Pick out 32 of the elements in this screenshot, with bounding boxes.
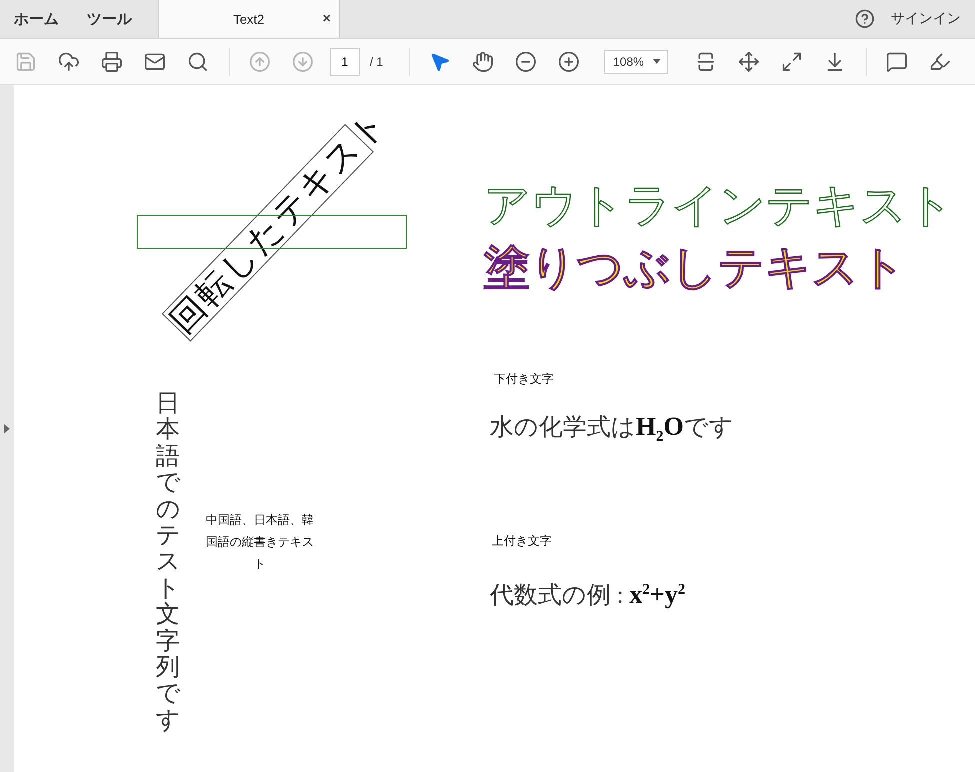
- printer-icon: [101, 50, 123, 72]
- outline-text: アウトラインテキスト: [484, 178, 954, 233]
- superscript-example: 代数式の例 : x$^{2}$+y$^{2}$: [490, 579, 686, 611]
- sign-in-link[interactable]: サインイン: [891, 0, 961, 38]
- expand-icon: [781, 50, 804, 72]
- nav-tab[interactable]: ホーム: [0, 0, 73, 38]
- subscript-example: 水の化学式はH$_{2}$Oです: [490, 411, 734, 446]
- zoom-dropdown[interactable]: 108%: [604, 50, 668, 74]
- subscript-label: 下付き文字: [494, 371, 554, 388]
- search-icon: [187, 50, 209, 72]
- expand-panel-icon[interactable]: [4, 424, 10, 434]
- filled-text: 塗りつぶしテキスト: [484, 240, 906, 295]
- hand-icon: [472, 50, 494, 72]
- nav-tab[interactable]: ツール: [73, 0, 146, 38]
- zoom-in-icon: [558, 50, 580, 72]
- page-total: / 1: [370, 54, 384, 68]
- help-icon[interactable]: [855, 9, 875, 29]
- page-number-field[interactable]: 1: [330, 48, 360, 76]
- vertical-text: 日本語でのテスト文字列です: [156, 391, 180, 734]
- rotated-text: 回転したテキスト: [162, 124, 374, 342]
- caret-icon: [653, 59, 662, 64]
- superscript-label: 上付き文字: [492, 533, 552, 550]
- move-arrows-icon: [738, 50, 760, 72]
- zoom-out-icon: [515, 50, 538, 72]
- save-icon: [15, 50, 37, 72]
- comment-icon: [886, 50, 908, 72]
- document-tab[interactable]: Text2 ×: [158, 0, 340, 38]
- arrow-up-icon: [249, 50, 271, 72]
- wrapped-text: 中国語、日本語、韓国語の縦書きテキスト: [205, 512, 315, 573]
- cloud-upload-icon: [58, 50, 80, 72]
- close-button[interactable]: ×: [322, 10, 331, 26]
- arrow-down-icon: [292, 50, 314, 72]
